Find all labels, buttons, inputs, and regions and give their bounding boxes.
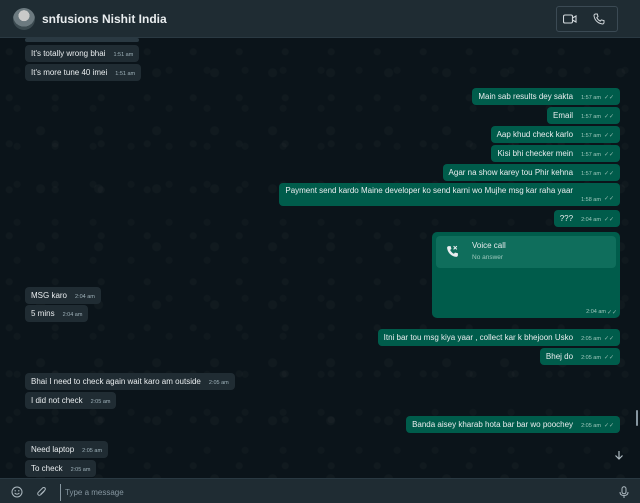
message-text: To check bbox=[31, 464, 63, 473]
message-time: 2:04 am bbox=[75, 294, 95, 300]
scroll-down-icon[interactable] bbox=[611, 447, 627, 463]
message-text: It's more tune 40 imei bbox=[31, 68, 108, 77]
emoji-icon[interactable] bbox=[10, 485, 24, 499]
message-text: Aap khud check karlo bbox=[496, 130, 574, 139]
message-in[interactable]: Bhai I need to check again wait karo am … bbox=[25, 373, 235, 390]
message-time: 1:57 am bbox=[581, 114, 601, 120]
message-in[interactable]: Need laptop 2:05 am bbox=[25, 441, 109, 458]
message-out[interactable]: Itni bar tou msg kiya yaar , collect kar… bbox=[377, 329, 620, 346]
read-ticks-icon: ✓✓ bbox=[603, 151, 614, 158]
message-text: Banda aisey kharab hota bar bar wo pooch… bbox=[412, 420, 574, 429]
call-status: No answer bbox=[472, 254, 504, 261]
message-out[interactable]: Payment send kardo Maine developer ko se… bbox=[279, 183, 620, 206]
message-time: 1:58 am bbox=[581, 197, 601, 203]
message-time: 2:04 am bbox=[62, 312, 83, 318]
message-text: Itni bar tou msg kiya yaar , collect kar… bbox=[383, 333, 574, 342]
voice-call-card[interactable]: Voice call No answer 2:04 am ✓✓ bbox=[432, 232, 620, 318]
message-text: MSG karo bbox=[31, 291, 68, 300]
message-in[interactable]: It's totally wrong bhai 1:51 am bbox=[25, 45, 140, 62]
read-ticks-icon: ✓✓ bbox=[603, 216, 614, 223]
message-out[interactable]: Main sab results dey sakta 1:57 am ✓✓ bbox=[472, 88, 620, 105]
message-text: It's totally wrong bhai bbox=[31, 49, 106, 58]
message-in[interactable]: To check 2:05 am bbox=[25, 460, 97, 477]
message-composer bbox=[0, 478, 640, 503]
message-time: 2:05 am bbox=[581, 355, 601, 361]
voice-call-panel[interactable]: Voice call No answer bbox=[436, 236, 616, 268]
message-time: 2:05 am bbox=[90, 399, 111, 405]
message-text: Bhej do bbox=[545, 352, 574, 361]
message-input[interactable] bbox=[60, 484, 607, 501]
read-ticks-icon: ✓✓ bbox=[603, 170, 614, 177]
contact-name[interactable]: snfusions Nishit India bbox=[42, 12, 167, 26]
read-ticks-icon: ✓✓ bbox=[603, 113, 614, 120]
message-time: 1:57 am bbox=[581, 95, 601, 101]
message-text: Agar na show karey tou Phir kehna bbox=[448, 168, 574, 177]
message-time: 2:05 am bbox=[208, 380, 229, 386]
read-ticks-icon: ✓✓ bbox=[603, 132, 614, 139]
call-time: 2:04 am bbox=[586, 309, 606, 315]
message-text: Kisi bhi checker mein bbox=[497, 149, 574, 158]
message-list[interactable]: It's totally wrong bhai 1:51 am It's mor… bbox=[0, 38, 640, 478]
message-out[interactable]: Bhej do 2:05 am ✓✓ bbox=[539, 348, 620, 365]
scrollbar-thumb[interactable] bbox=[636, 410, 638, 426]
message-time: 2:05 am bbox=[82, 448, 103, 454]
paperclip-icon[interactable] bbox=[35, 485, 49, 499]
read-ticks-icon: ✓✓ bbox=[603, 94, 614, 101]
message-text: ??? bbox=[559, 214, 574, 223]
message-in[interactable]: It's more tune 40 imei 1:51 am bbox=[25, 64, 142, 81]
message-time: 2:05 am bbox=[70, 467, 91, 473]
message-text: 5 mins bbox=[31, 309, 55, 318]
video-call-icon[interactable] bbox=[559, 8, 581, 30]
call-title: Voice call bbox=[472, 241, 506, 250]
partial-message bbox=[25, 38, 139, 42]
chat-header: snfusions Nishit India bbox=[0, 0, 640, 38]
microphone-icon[interactable] bbox=[617, 485, 631, 499]
message-time: 2:05 am bbox=[581, 423, 601, 429]
avatar[interactable] bbox=[13, 8, 35, 30]
message-in[interactable]: MSG karo 2:04 am bbox=[25, 287, 101, 304]
message-text: Email bbox=[553, 111, 574, 120]
message-time: 1:51 am bbox=[115, 71, 136, 77]
message-in[interactable]: I did not check 2:05 am bbox=[25, 392, 117, 409]
read-ticks-icon: ✓✓ bbox=[603, 422, 614, 429]
message-text: Payment send kardo Maine developer ko se… bbox=[285, 186, 574, 195]
message-out[interactable]: Banda aisey kharab hota bar bar wo pooch… bbox=[406, 416, 620, 433]
read-ticks-icon: ✓✓ bbox=[606, 310, 617, 316]
message-time: 1:51 am bbox=[113, 52, 134, 58]
message-time: 2:04 am bbox=[581, 217, 601, 223]
message-out[interactable]: Agar na show karey tou Phir kehna 1:57 a… bbox=[442, 164, 620, 181]
message-text: Need laptop bbox=[31, 445, 75, 454]
phone-icon[interactable] bbox=[588, 8, 610, 30]
read-ticks-icon: ✓✓ bbox=[603, 335, 614, 342]
message-time: 1:57 am bbox=[581, 133, 601, 139]
read-ticks-icon: ✓✓ bbox=[603, 354, 614, 361]
message-out[interactable]: ??? 2:04 am ✓✓ bbox=[553, 210, 620, 227]
message-out[interactable]: Email 1:57 am ✓✓ bbox=[547, 107, 620, 124]
message-text: Main sab results dey sakta bbox=[478, 92, 574, 101]
message-out[interactable]: Kisi bhi checker mein 1:57 am ✓✓ bbox=[491, 145, 620, 162]
message-time: 1:57 am bbox=[581, 171, 601, 177]
read-ticks-icon: ✓✓ bbox=[603, 196, 614, 202]
message-text: Bhai I need to check again wait karo am … bbox=[31, 377, 201, 386]
message-time: 1:57 am bbox=[581, 152, 601, 158]
message-out[interactable]: Aap khud check karlo 1:57 am ✓✓ bbox=[490, 126, 620, 143]
message-in[interactable]: 5 mins 2:04 am bbox=[25, 305, 89, 322]
message-text: I did not check bbox=[31, 396, 83, 405]
message-time: 2:05 am bbox=[581, 336, 601, 342]
missed-call-icon bbox=[446, 245, 459, 263]
